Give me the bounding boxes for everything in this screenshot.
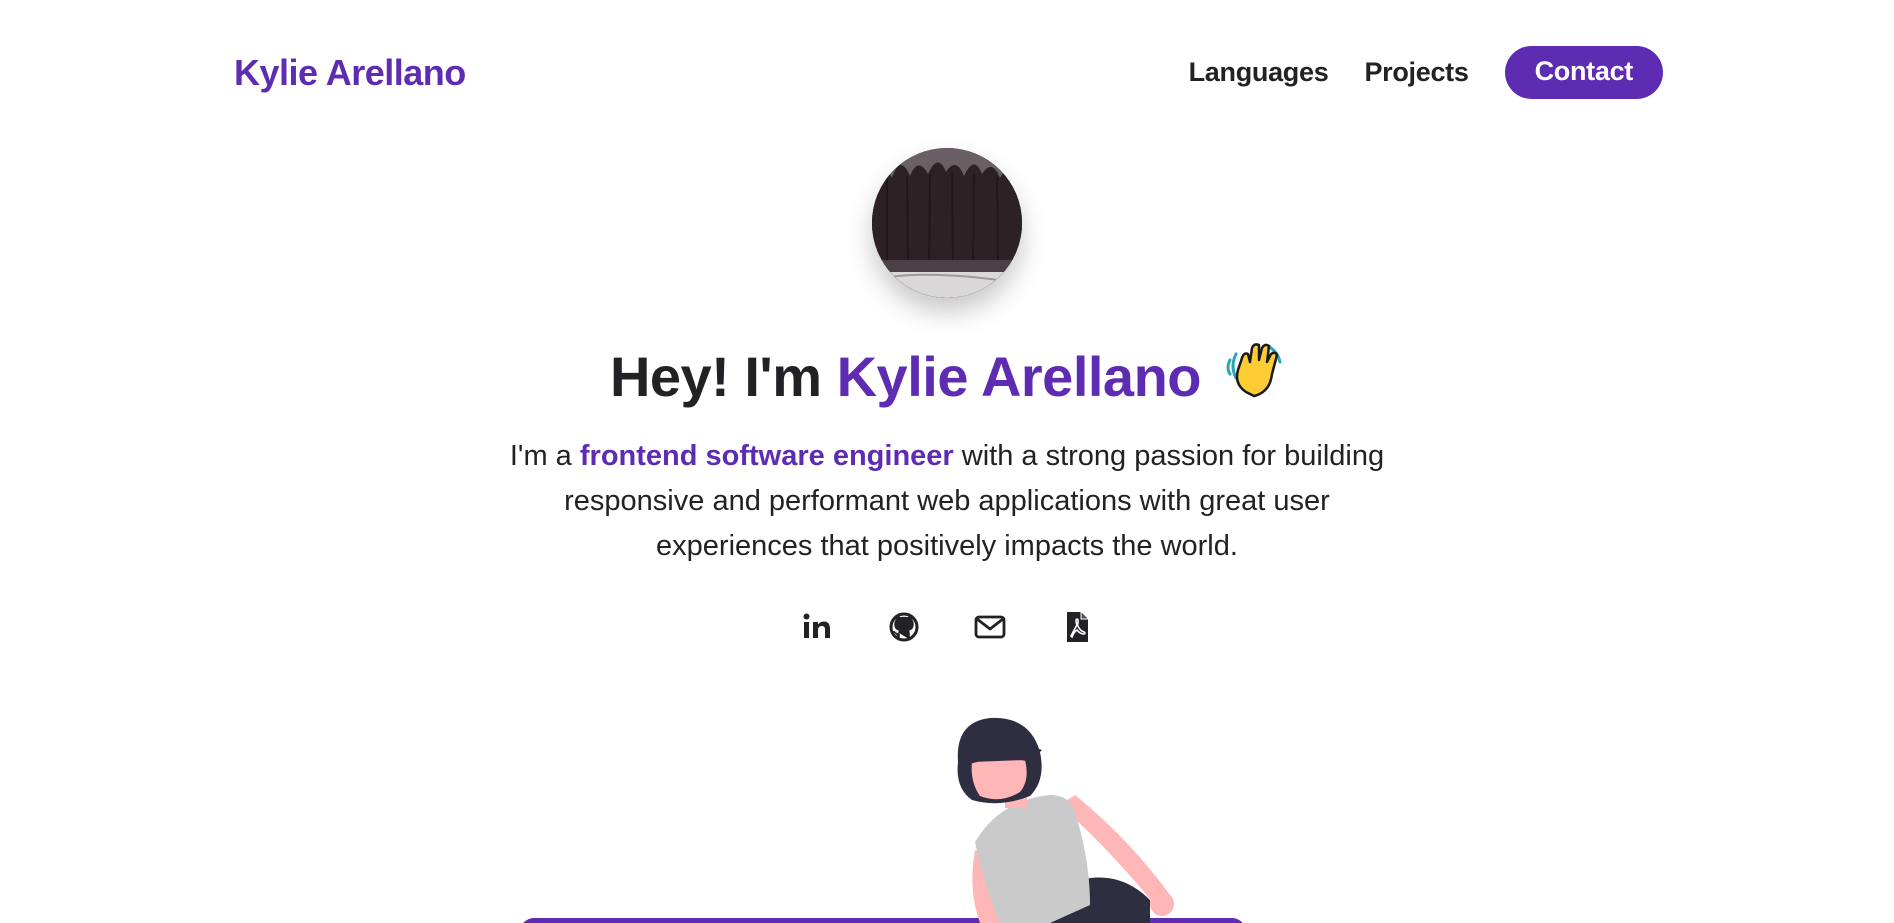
nav-link-languages[interactable]: Languages — [1189, 57, 1329, 88]
nav-links: Languages Projects Contact — [1189, 46, 1663, 99]
portfolio-page: Kylie Arellano Languages Projects Contac… — [0, 0, 1894, 923]
avatar-photo — [872, 148, 1022, 298]
contact-button[interactable]: Contact — [1504, 46, 1663, 99]
social-links — [0, 610, 1894, 644]
waving-hand-icon — [1224, 340, 1284, 415]
nav-link-projects[interactable]: Projects — [1364, 57, 1468, 88]
hero-title: Hey! I'm Kylie Arellano — [0, 340, 1894, 415]
email-icon[interactable] — [973, 610, 1007, 644]
hero-title-name: Kylie Arellano — [836, 345, 1202, 408]
github-icon[interactable] — [887, 610, 921, 644]
hero-intro-prefix: I'm a — [509, 440, 580, 472]
profile-avatar — [872, 148, 1022, 298]
pdf-resume-icon[interactable] — [1060, 610, 1094, 644]
hero-illustration — [523, 717, 1243, 923]
hero-intro-highlight: frontend software engineer — [579, 440, 954, 472]
brand-logo-link[interactable]: Kylie Arellano — [234, 52, 466, 94]
linkedin-icon[interactable] — [800, 610, 834, 644]
hero-intro: I'm a frontend software engineer with a … — [497, 434, 1397, 569]
navbar: Kylie Arellano Languages Projects Contac… — [0, 0, 1894, 146]
hero-title-prefix: Hey! I'm — [609, 345, 837, 408]
